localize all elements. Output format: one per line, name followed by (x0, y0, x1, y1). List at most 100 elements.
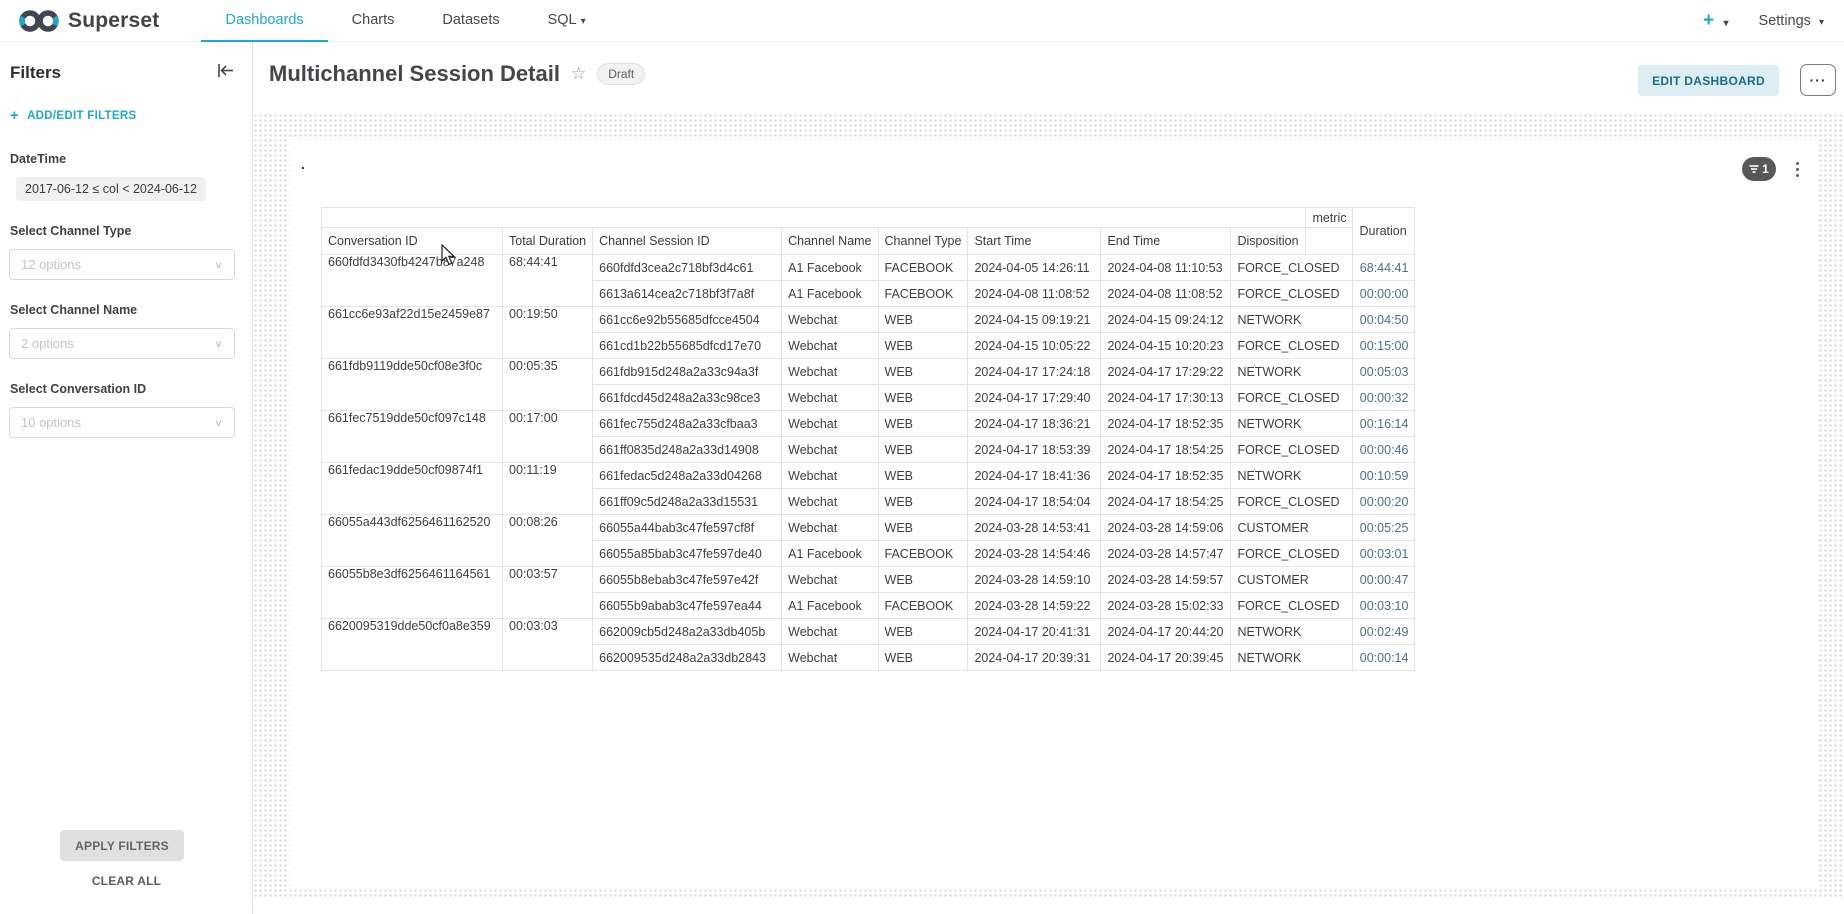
filter-select-select-conversation-id[interactable]: 10 options∨ (9, 407, 235, 438)
new-item-button[interactable]: + ▾ (1703, 10, 1728, 32)
table-row: 66055b8e3df625646116456100:03:5766055b8e… (322, 567, 1415, 593)
cell-channel-type: WEB (878, 307, 968, 333)
cell-start-time: 2024-04-17 18:54:04 (968, 489, 1101, 515)
cell-channel-name: Webchat (782, 515, 878, 541)
cell-start-time: 2024-03-28 14:54:46 (968, 541, 1101, 567)
table-row: 661fdb9119dde50cf08e3f0c00:05:35661fdb91… (322, 359, 1415, 385)
cell-channel-type: WEB (878, 463, 968, 489)
cell-session-id: 66055b8ebab3c47fe597e42f (593, 567, 782, 593)
column-header-channel-name[interactable]: Channel Name (782, 228, 878, 255)
favorite-star-icon[interactable]: ☆ (571, 64, 586, 84)
cell-session-id: 661ff09c5d248a2a33d15531 (593, 489, 782, 515)
cell-start-time: 2024-04-17 18:53:39 (968, 437, 1101, 463)
more-options-button[interactable]: ··· (1800, 64, 1836, 96)
filter-select-select-channel-type[interactable]: 12 options∨ (9, 249, 235, 280)
chart-kebab-menu-icon[interactable] (1790, 155, 1804, 183)
cell-duration: 00:03:01 (1353, 541, 1415, 567)
cell-start-time: 2024-03-28 14:53:41 (968, 515, 1101, 541)
plus-icon: + (10, 107, 19, 124)
column-header-conversation-id[interactable]: Conversation ID (322, 228, 503, 255)
settings-menu[interactable]: Settings ▾ (1759, 13, 1824, 29)
column-header-channel-session-id[interactable]: Channel Session ID (593, 228, 782, 255)
cell-session-id: 660fdfd3cea2c718bf3d4c61 (593, 255, 782, 281)
cell-start-time: 2024-04-17 20:41:31 (968, 619, 1101, 645)
collapse-panel-icon[interactable] (217, 63, 234, 83)
cell-duration: 00:03:10 (1353, 593, 1415, 619)
column-header-channel-type[interactable]: Channel Type (878, 228, 968, 255)
nav-item-dashboards[interactable]: Dashboards (201, 0, 327, 42)
applied-filters-pill[interactable]: 1 (1742, 157, 1776, 181)
cell-total-duration: 68:44:41 (503, 255, 593, 307)
cell-disposition: NETWORK (1231, 645, 1353, 671)
cell-disposition: FORCE_CLOSED (1231, 489, 1353, 515)
filter-count: 1 (1762, 162, 1769, 176)
caret-down-icon: ▾ (1819, 17, 1824, 28)
edit-dashboard-button[interactable]: EDIT DASHBOARD (1638, 65, 1779, 96)
cell-channel-name: A1 Facebook (782, 281, 878, 307)
column-header-start-time[interactable]: Start Time (968, 228, 1101, 255)
caret-down-icon: ▾ (1724, 18, 1729, 29)
table-row: 661fec7519dde50cf097c14800:17:00661fec75… (322, 411, 1415, 437)
navbar-right: + ▾ Settings ▾ (1703, 10, 1844, 32)
filter-block-select-channel-type: Select Channel Type12 options∨ (0, 224, 252, 280)
filter-label: Select Conversation ID (10, 382, 252, 396)
cell-start-time: 2024-03-28 14:59:10 (968, 567, 1101, 593)
cell-channel-type: WEB (878, 515, 968, 541)
plus-icon: + (1703, 10, 1714, 31)
clear-all-button[interactable]: CLEAR ALL (0, 874, 253, 888)
cell-total-duration: 00:05:35 (503, 359, 593, 411)
apply-filters-button[interactable]: APPLY FILTERS (60, 830, 184, 861)
header-row-metric: metricDuration (322, 208, 1415, 228)
cell-total-duration: 00:03:57 (503, 567, 593, 619)
metric-spacer-cell (1306, 228, 1353, 255)
cell-end-time: 2024-03-28 14:59:57 (1101, 567, 1231, 593)
cell-total-duration: 00:11:19 (503, 463, 593, 515)
column-header-disposition[interactable]: Disposition (1231, 228, 1306, 255)
cell-channel-name: Webchat (782, 489, 878, 515)
top-navbar: Superset DashboardsChartsDatasetsSQL▾ + … (0, 0, 1844, 42)
nav-item-charts[interactable]: Charts (328, 0, 419, 42)
table-head: metricDurationConversation IDTotal Durat… (322, 208, 1415, 255)
cell-channel-type: WEB (878, 567, 968, 593)
column-header-end-time[interactable]: End Time (1101, 228, 1231, 255)
cell-duration: 68:44:41 (1353, 255, 1415, 281)
cell-end-time: 2024-04-17 20:39:45 (1101, 645, 1231, 671)
column-header-total-duration[interactable]: Total Duration (503, 228, 593, 255)
cell-end-time: 2024-04-08 11:10:53 (1101, 255, 1231, 281)
sessions-table: metricDurationConversation IDTotal Durat… (321, 207, 1415, 671)
filter-select-select-channel-name[interactable]: 2 options∨ (9, 328, 235, 359)
cell-disposition: CUSTOMER (1231, 515, 1353, 541)
nav-item-sql[interactable]: SQL▾ (524, 0, 610, 42)
cell-start-time: 2024-04-08 11:08:52 (968, 281, 1101, 307)
cell-duration: 00:15:00 (1353, 333, 1415, 359)
cell-end-time: 2024-04-17 17:29:22 (1101, 359, 1231, 385)
cell-session-id: 66055a44bab3c47fe597cf8f (593, 515, 782, 541)
nav-item-datasets[interactable]: Datasets (418, 0, 523, 42)
filter-funnel-icon (1749, 164, 1759, 174)
cell-end-time: 2024-04-17 20:44:20 (1101, 619, 1231, 645)
primary-nav: DashboardsChartsDatasetsSQL▾ (201, 0, 609, 42)
cell-duration: 00:05:03 (1353, 359, 1415, 385)
status-badge: Draft (597, 63, 645, 85)
caret-down-icon: ▾ (581, 16, 586, 27)
cell-channel-name: A1 Facebook (782, 541, 878, 567)
cell-channel-name: Webchat (782, 437, 878, 463)
metric-group-header: metric (1306, 208, 1353, 228)
cell-conversation-id: 661fdb9119dde50cf08e3f0c (322, 359, 503, 411)
cell-end-time: 2024-03-28 14:57:47 (1101, 541, 1231, 567)
cell-channel-name: A1 Facebook (782, 593, 878, 619)
cell-channel-name: Webchat (782, 333, 878, 359)
filter-block-select-channel-name: Select Channel Name2 options∨ (0, 303, 252, 359)
cell-duration: 00:16:14 (1353, 411, 1415, 437)
cell-channel-name: A1 Facebook (782, 255, 878, 281)
select-placeholder: 12 options (21, 257, 81, 272)
column-header-duration[interactable]: Duration (1353, 208, 1415, 255)
superset-logo[interactable]: Superset (0, 8, 159, 34)
cell-disposition: NETWORK (1231, 307, 1353, 333)
cell-channel-name: Webchat (782, 463, 878, 489)
add-edit-filters-button[interactable]: + ADD/EDIT FILTERS (10, 107, 252, 124)
header-row-columns: Conversation IDTotal DurationChannel Ses… (322, 228, 1415, 255)
chart-card: . 1 metricDurationConversation IDTotal D… (290, 140, 1817, 890)
cell-channel-type: WEB (878, 489, 968, 515)
filters-panel-title: Filters (10, 63, 61, 83)
